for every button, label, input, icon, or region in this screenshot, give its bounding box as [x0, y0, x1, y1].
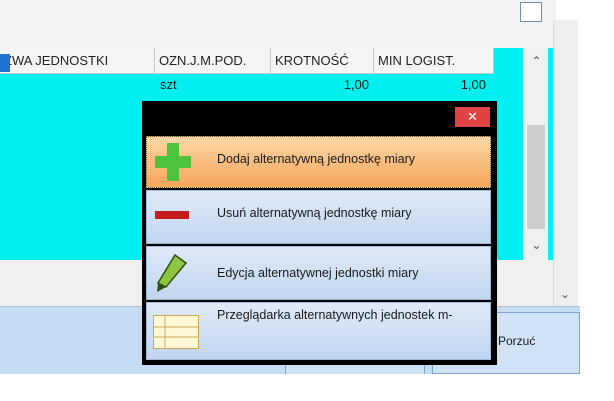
selected-row-highlight[interactable] — [0, 54, 10, 72]
plus-icon — [155, 143, 191, 181]
window-footer — [0, 374, 614, 401]
close-button[interactable]: ✕ — [455, 107, 490, 127]
menu-item-browse-units[interactable]: Przeglądarka alternatywnych jednostek m- — [146, 302, 491, 360]
top-right-checkbox[interactable] — [520, 2, 542, 22]
outer-scrollbar[interactable] — [553, 20, 578, 308]
chevron-down-icon[interactable]: ⌄ — [553, 283, 577, 305]
column-header-name[interactable]: ZWA JEDNOSTKI — [0, 48, 155, 74]
scrollbar-thumb[interactable] — [527, 125, 545, 229]
chevron-up-icon[interactable]: ⌃ — [524, 54, 549, 68]
table-icon — [153, 315, 199, 349]
menu-item-label: Usuń alternatywną jednostkę miary — [217, 206, 412, 220]
menu-item-label: Dodaj alternatywną jednostkę miary — [217, 152, 416, 166]
menu-item-label: Przeglądarka alternatywnych jednostek m- — [217, 308, 453, 322]
column-header-min-logist[interactable]: MIN LOGIST. — [374, 48, 494, 74]
cell-min-logist[interactable]: 1,00 — [374, 75, 486, 95]
menu-item-add-unit[interactable]: Dodaj alternatywną jednostkę miary — [146, 136, 491, 188]
column-header-ozn[interactable]: OZN.J.M.POD. — [155, 48, 271, 74]
menu-item-label: Edycja alternatywnej jednostki miary — [217, 266, 419, 280]
highlighter-icon — [156, 253, 188, 292]
window-top-area — [0, 0, 556, 50]
porzuc-button-label: Porzuć — [498, 334, 536, 348]
menu-item-remove-unit[interactable]: Usuń alternatywną jednostkę miary — [146, 190, 491, 244]
chevron-down-icon[interactable]: ⌄ — [524, 238, 549, 252]
cell-unit[interactable]: szt — [160, 75, 177, 95]
cell-krotnosc[interactable]: 1,00 — [271, 75, 369, 95]
column-header-krotnosc[interactable]: KROTNOŚĆ — [271, 48, 374, 74]
minus-icon — [155, 211, 189, 219]
menu-item-edit-unit[interactable]: Edycja alternatywnej jednostki miary — [146, 246, 491, 300]
